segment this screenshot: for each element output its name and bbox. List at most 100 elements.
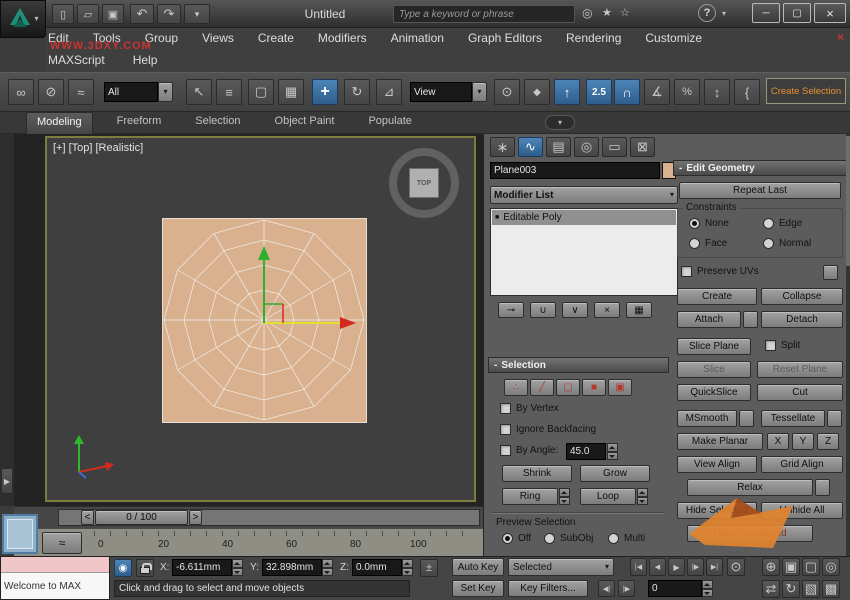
constraint-none-radio[interactable] — [689, 218, 700, 229]
ignore-backfacing-checkbox[interactable] — [500, 424, 511, 435]
tab-modify-panel[interactable]: ∿ — [518, 137, 543, 157]
tab-selection[interactable]: Selection — [185, 112, 250, 134]
app-logo-button[interactable]: ▾ — [0, 0, 46, 38]
communication-center-icon[interactable]: × — [837, 30, 844, 44]
select-and-manipulate-button[interactable]: ◆ — [524, 79, 550, 105]
search-box[interactable]: Type a keyword or phrase — [393, 5, 575, 23]
menu-animation[interactable]: Animation — [391, 31, 444, 45]
select-object-button[interactable]: ↖ — [186, 79, 212, 105]
constraint-edge-radio[interactable] — [763, 218, 774, 229]
preserve-uvs-settings-button[interactable] — [823, 265, 838, 280]
plane-object[interactable] — [162, 218, 367, 423]
split-checkbox[interactable] — [765, 340, 776, 351]
tab-motion-panel[interactable]: ◎ — [574, 137, 599, 157]
create-selection-set-field[interactable]: Create Selection — [766, 78, 846, 104]
msmooth-settings-button[interactable] — [739, 410, 754, 427]
select-and-move-button[interactable]: + — [312, 79, 338, 105]
by-vertex-checkbox[interactable] — [500, 403, 511, 414]
preview-off-radio[interactable] — [502, 533, 513, 544]
tab-modeling[interactable]: Modeling — [26, 112, 93, 134]
by-angle-spinner[interactable] — [607, 443, 618, 460]
hide-selected-button[interactable]: Hide Selected — [677, 502, 757, 519]
element-subobject-button[interactable]: ▣ — [608, 379, 632, 396]
constraint-edge-option[interactable]: Edge — [763, 218, 802, 229]
tab-object-paint[interactable]: Object Paint — [265, 112, 345, 134]
menu-rendering[interactable]: Rendering — [566, 31, 621, 45]
coord-system-arrow[interactable]: ▾ — [472, 82, 487, 102]
show-end-result-button[interactable]: ∪ — [530, 302, 556, 318]
polygon-subobject-button[interactable]: ■ — [582, 379, 606, 396]
collapse-button[interactable]: Collapse — [761, 288, 843, 305]
tab-hierarchy-panel[interactable]: ▤ — [546, 137, 571, 157]
y-coord-field[interactable]: 32.898mm — [262, 559, 322, 576]
redo-button[interactable]: ↷ — [157, 4, 181, 24]
loop-button[interactable]: Loop — [580, 488, 636, 505]
hide-unselected-button[interactable]: Hide Unselected — [687, 525, 813, 542]
make-planar-x-button[interactable]: X — [767, 433, 789, 450]
constraint-none-option[interactable]: None — [689, 218, 729, 229]
make-unique-button[interactable]: ∨ — [562, 302, 588, 318]
percent-snap-toggle[interactable]: % — [674, 79, 700, 105]
view-align-button[interactable]: View Align — [677, 456, 757, 473]
time-slider-handle[interactable]: 0 / 100 — [95, 510, 188, 525]
minimize-button[interactable]: ─ — [752, 3, 780, 23]
menu-customize[interactable]: Customize — [645, 31, 702, 45]
by-angle-field[interactable]: 45.0 — [566, 443, 606, 460]
snaps-magnet-icon[interactable]: ∩ — [614, 79, 640, 105]
edge-subobject-button[interactable]: ╱ — [530, 379, 554, 396]
key-mode-dropdown[interactable]: Selected ▾ — [508, 558, 614, 576]
select-and-scale-button[interactable]: ⊿ — [376, 79, 402, 105]
orbit-view-button[interactable]: ↻ — [782, 580, 800, 598]
close-button[interactable]: × — [814, 3, 846, 23]
zoom-button[interactable]: ⊕ — [762, 558, 780, 576]
bind-to-space-warp-button[interactable]: ≈ — [68, 79, 94, 105]
time-slider-prev-arrow[interactable]: < — [81, 510, 94, 525]
select-and-link-button[interactable]: ∞ — [8, 79, 34, 105]
by-angle-checkbox[interactable] — [500, 445, 511, 456]
keyboard-shortcut-override-toggle[interactable]: ↑ — [554, 79, 580, 105]
favorites-icon[interactable]: ★ — [602, 6, 612, 19]
field-of-view-button[interactable]: ◎ — [822, 558, 840, 576]
next-frame-button[interactable]: |▶ — [687, 558, 704, 576]
tessellate-button[interactable]: Tessellate — [761, 410, 825, 427]
maximize-button[interactable]: ▢ — [783, 3, 811, 23]
preview-multi-radio[interactable] — [608, 533, 619, 544]
constraint-normal-radio[interactable] — [763, 238, 774, 249]
zoom-region-button[interactable]: ▧ — [802, 580, 820, 598]
add-favorite-icon[interactable]: ☆ — [620, 6, 630, 19]
use-pivot-center-button[interactable]: ⊙ — [494, 79, 520, 105]
border-subobject-button[interactable]: ▢ — [556, 379, 580, 396]
select-by-name-button[interactable]: ≡ — [216, 79, 242, 105]
menu-modifiers[interactable]: Modifiers — [318, 31, 367, 45]
time-slider-next-arrow[interactable]: > — [189, 510, 202, 525]
unhide-all-button[interactable]: Unhide All — [761, 502, 843, 519]
play-button[interactable]: ▶ — [668, 558, 685, 576]
search-options-icon[interactable]: ◎ — [582, 6, 592, 20]
select-and-rotate-button[interactable]: ↻ — [344, 79, 370, 105]
previous-frame-button[interactable]: ◀ — [649, 558, 666, 576]
tab-utilities-panel[interactable]: ⊠ — [630, 137, 655, 157]
zoom-all-button[interactable]: ▣ — [782, 558, 800, 576]
z-coord-spinner[interactable] — [402, 559, 413, 576]
menu-graph-editors[interactable]: Graph Editors — [468, 31, 542, 45]
tab-display-panel[interactable]: ▭ — [602, 137, 627, 157]
tab-populate[interactable]: Populate — [358, 112, 421, 134]
go-to-end-button[interactable]: ▶| — [706, 558, 723, 576]
tessellate-settings-button[interactable] — [827, 410, 842, 427]
undo-button[interactable]: ↶ — [130, 4, 154, 24]
preserve-uvs-checkbox[interactable] — [681, 266, 692, 277]
menu-help[interactable]: Help — [133, 53, 158, 67]
selection-filter-arrow[interactable]: ▾ — [158, 82, 173, 102]
mini-curve-editor-button[interactable]: ≈ — [42, 532, 82, 554]
previous-key-button[interactable]: ◀| — [598, 580, 615, 597]
grid-align-button[interactable]: Grid Align — [761, 456, 843, 473]
relax-settings-button[interactable] — [815, 479, 830, 496]
preview-multi-option[interactable]: Multi — [608, 533, 645, 544]
scrollbar-thumb[interactable] — [846, 136, 850, 266]
viewport-layout-thumbnail[interactable] — [2, 514, 38, 554]
window-crossing-toggle[interactable]: ▦ — [278, 79, 304, 105]
make-planar-z-button[interactable]: Z — [817, 433, 839, 450]
isolate-selection-toggle[interactable]: ◉ — [114, 559, 132, 577]
workspace-dropdown-button[interactable]: ▾ — [184, 4, 210, 24]
shrink-button[interactable]: Shrink — [502, 465, 572, 482]
